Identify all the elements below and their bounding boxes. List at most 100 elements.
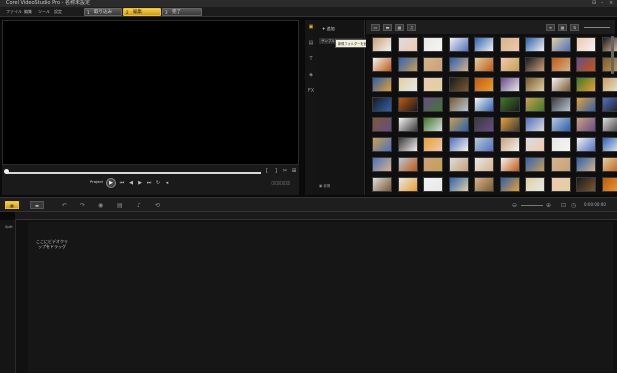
library-thumbnail[interactable] <box>601 57 617 72</box>
library-scrollbar[interactable] <box>611 36 614 74</box>
library-thumbnail[interactable] <box>423 57 443 72</box>
repeat-icon[interactable]: ↻ <box>155 180 161 186</box>
storyboard-frame[interactable] <box>28 222 613 372</box>
record-icon[interactable]: ◉ <box>98 202 103 209</box>
library-thumbnail[interactable] <box>601 157 617 172</box>
library-thumbnail[interactable] <box>576 37 596 52</box>
browse-button[interactable]: ▣ 参照 <box>319 184 330 189</box>
library-thumbnail[interactable] <box>550 137 571 152</box>
end-icon[interactable]: ⏭ <box>146 180 152 186</box>
photo-filter-icon[interactable]: ▦ <box>395 24 404 31</box>
library-thumbnail[interactable] <box>601 177 617 192</box>
library-thumbnail[interactable] <box>423 177 443 192</box>
library-thumbnail[interactable] <box>499 117 520 132</box>
timeline-view-button[interactable]: ▬ <box>30 201 44 209</box>
title-icon[interactable]: T <box>307 56 315 63</box>
scissors-icon[interactable]: ✂ <box>282 168 288 174</box>
step-capture[interactable]: 1 取り込み <box>84 8 122 16</box>
restore-button[interactable]: ⊟ <box>592 0 596 7</box>
folder-icon[interactable]: ▭ <box>371 24 380 31</box>
library-thumbnail[interactable] <box>525 137 545 152</box>
prev-frame-icon[interactable]: ◀ <box>128 180 134 186</box>
storyboard-view-button[interactable]: ▦ <box>5 201 19 209</box>
library-thumbnail[interactable] <box>397 177 418 192</box>
menu-edit[interactable]: 編集 <box>24 8 32 16</box>
minimize-button[interactable]: – <box>601 0 604 7</box>
menu-tools[interactable]: ツール <box>38 8 50 16</box>
library-thumbnail[interactable] <box>474 157 494 172</box>
library-thumbnail[interactable] <box>397 137 418 152</box>
library-thumbnail[interactable] <box>601 77 617 92</box>
mixer-icon[interactable]: ▤ <box>117 202 123 209</box>
library-thumbnail[interactable] <box>525 177 545 192</box>
auto-music-icon[interactable]: ♪ <box>137 202 141 209</box>
library-thumbnail[interactable] <box>448 77 469 92</box>
scrub-bar[interactable] <box>6 172 261 174</box>
library-thumbnail[interactable] <box>397 97 418 112</box>
library-thumbnail[interactable] <box>448 157 469 172</box>
library-thumbnail[interactable] <box>474 37 494 52</box>
library-thumbnail[interactable] <box>499 77 520 92</box>
sort-icon[interactable]: ⇅ <box>570 24 579 31</box>
library-thumbnail[interactable] <box>550 157 571 172</box>
library-thumbnail[interactable] <box>550 177 571 192</box>
library-thumbnail[interactable] <box>525 57 545 72</box>
library-thumbnail[interactable] <box>372 97 392 112</box>
library-thumbnail[interactable] <box>525 117 545 132</box>
mark-in-icon[interactable]: [ <box>264 168 270 174</box>
list-view-icon[interactable]: ≡ <box>546 24 555 31</box>
thumb-view-icon[interactable]: ▦ <box>558 24 567 31</box>
library-thumbnail[interactable] <box>474 137 494 152</box>
library-thumbnail[interactable] <box>372 137 392 152</box>
library-thumbnail[interactable] <box>448 57 469 72</box>
library-thumbnail[interactable] <box>474 77 494 92</box>
library-thumbnail[interactable] <box>550 97 571 112</box>
library-thumbnail[interactable] <box>550 37 571 52</box>
menu-settings[interactable]: 設定 <box>54 8 62 16</box>
library-thumbnail[interactable] <box>576 77 596 92</box>
library-thumbnail[interactable] <box>448 97 469 112</box>
library-thumbnail[interactable] <box>499 57 520 72</box>
library-thumbnail[interactable] <box>525 157 545 172</box>
library-thumbnail[interactable] <box>474 97 494 112</box>
library-thumbnail[interactable] <box>423 117 443 132</box>
library-thumbnail[interactable] <box>448 117 469 132</box>
add-folder-button[interactable]: + 追加 <box>322 26 335 32</box>
library-thumbnail[interactable] <box>601 117 617 132</box>
redo-icon[interactable]: ↷ <box>80 202 85 209</box>
timecode-display[interactable]: ◫◫◫◫◫ <box>266 180 296 186</box>
scrub-handle[interactable] <box>4 169 9 174</box>
library-thumbnail[interactable] <box>372 117 392 132</box>
zoom-out-icon[interactable]: ⊖ <box>512 202 517 209</box>
library-thumbnail[interactable] <box>576 97 596 112</box>
library-thumbnail[interactable] <box>474 177 494 192</box>
library-thumbnail[interactable] <box>397 157 418 172</box>
library-thumbnail[interactable] <box>499 157 520 172</box>
menu-file[interactable]: ファイル <box>6 8 22 16</box>
step-share[interactable]: 3 完了 <box>162 8 202 16</box>
library-thumbnail[interactable] <box>397 77 418 92</box>
library-thumbnail[interactable] <box>474 57 494 72</box>
audio-filter-icon[interactable]: ♫ <box>407 24 416 31</box>
library-thumbnail[interactable] <box>601 37 617 52</box>
library-thumbnail[interactable] <box>525 77 545 92</box>
start-icon[interactable]: ⏮ <box>119 180 125 186</box>
library-thumbnail[interactable] <box>397 37 418 52</box>
library-thumbnail[interactable] <box>448 177 469 192</box>
instant-project-icon[interactable]: ▤ <box>307 40 315 47</box>
library-thumbnail[interactable] <box>448 37 469 52</box>
library-thumbnail[interactable] <box>525 97 545 112</box>
library-thumbnail[interactable] <box>576 137 596 152</box>
graphic-icon[interactable]: ◈ <box>307 72 315 79</box>
fx-icon[interactable]: FX <box>307 88 315 95</box>
step-edit[interactable]: 2 編集 <box>123 8 161 16</box>
library-thumbnail[interactable] <box>372 77 392 92</box>
fit-project-icon[interactable]: ⊡ <box>561 202 566 209</box>
library-thumbnail[interactable] <box>499 137 520 152</box>
video-filter-icon[interactable]: ▬ <box>383 24 392 31</box>
library-thumbnail[interactable] <box>550 117 571 132</box>
library-thumbnail[interactable] <box>423 37 443 52</box>
library-thumbnail[interactable] <box>423 157 443 172</box>
library-thumbnail[interactable] <box>576 57 596 72</box>
close-button[interactable]: × <box>609 0 613 7</box>
